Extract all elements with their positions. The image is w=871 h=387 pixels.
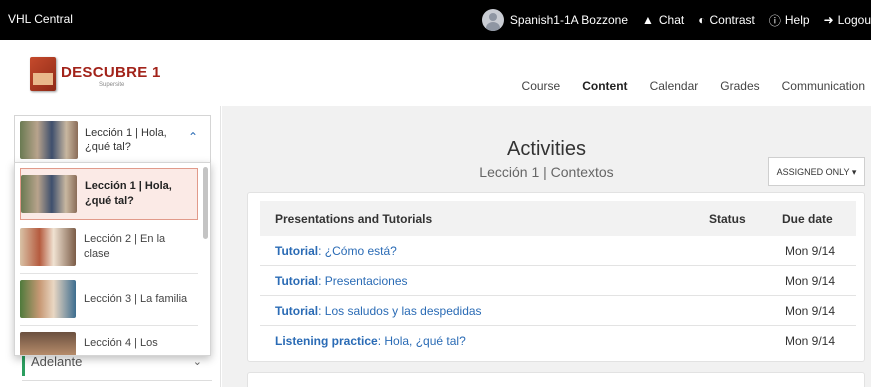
activity-name: Presentaciones	[324, 274, 408, 288]
chat-icon: ▲	[642, 13, 655, 27]
activity-name: Los saludos y las despedidas	[324, 304, 482, 318]
lesson-thumbnail	[20, 121, 78, 159]
descubre-logo[interactable]: DESCUBRE 1 Supersite	[26, 57, 160, 93]
dropdown-scrollbar[interactable]	[203, 167, 208, 239]
activity-name: Hola, ¿qué tal?	[384, 334, 466, 348]
selected-lesson-label: Lección 1 | Hola, ¿qué tal?	[85, 127, 167, 153]
lesson-option-2[interactable]: Lección 2 | En la clase	[20, 222, 198, 274]
chat-button[interactable]: ▲ Chat	[642, 13, 684, 27]
chevron-down-icon: ⌄	[192, 356, 202, 368]
table-row: Tutorial: Los saludos y las despedidas M…	[260, 296, 856, 326]
assigned-filter-label: ASSIGNED ONLY	[776, 167, 850, 177]
user-menu[interactable]: Spanish1-1A Bozzone	[481, 9, 628, 31]
main-nav: Course Content Calendar Grades Communica…	[500, 79, 865, 93]
header-due-date: Due date	[782, 212, 833, 226]
top-bar-actions: Spanish1-1A Bozzone ▲ Chat ◐ Contrast ⓘ …	[481, 0, 871, 40]
lesson-selector[interactable]: Lección 1 | Hola, ¿qué tal? ⌃	[14, 115, 211, 163]
lesson-option-label: Lección 1 | Hola, ¿qué tal?	[85, 180, 172, 207]
logo-text: DESCUBRE 1	[61, 64, 161, 81]
user-name: Spanish1-1A Bozzone	[509, 13, 628, 27]
main-content: Activities Lección 1 | Contextos ASSIGNE…	[222, 106, 871, 387]
activity-type: Tutorial	[275, 304, 319, 318]
lesson-thumbnail	[21, 175, 77, 213]
caret-down-icon: ▾	[851, 167, 857, 177]
next-activities-card	[247, 372, 865, 387]
due-date: Mon 9/14	[785, 334, 836, 348]
nav-communication[interactable]: Communication	[782, 79, 865, 93]
lesson-thumbnail	[20, 332, 76, 355]
header-status: Status	[709, 212, 746, 226]
book-cover-icon	[30, 57, 56, 91]
user-avatar-icon	[481, 9, 504, 31]
table-row: Tutorial: ¿Cómo está? Mon 9/14	[260, 236, 856, 266]
help-button[interactable]: ⓘ Help	[769, 12, 810, 29]
logo-subtext: Supersite	[99, 82, 125, 88]
help-icon: ⓘ	[768, 13, 781, 28]
top-bar: VHL Central Spanish1-1A Bozzone ▲ Chat ◐…	[0, 0, 871, 40]
activity-name: ¿Cómo está?	[324, 244, 397, 258]
chat-label: Chat	[658, 13, 685, 27]
contrast-button[interactable]: ◐ Contrast	[698, 13, 755, 27]
lesson-option-label: Lección 2 | En la clase	[84, 233, 166, 260]
nav-grades[interactable]: Grades	[720, 79, 759, 93]
nav-calendar[interactable]: Calendar	[650, 79, 699, 93]
due-date: Mon 9/14	[785, 244, 836, 258]
help-label: Help	[784, 13, 810, 27]
activity-type: Tutorial	[275, 244, 319, 258]
header-presentations: Presentations and Tutorials	[275, 212, 433, 226]
activity-type: Tutorial	[275, 274, 319, 288]
activity-link[interactable]: Tutorial: Presentaciones	[275, 274, 408, 288]
contrast-label: Contrast	[709, 13, 755, 27]
lesson-option-label: Lección 4 | Los	[84, 337, 158, 349]
table-row: Tutorial: Presentaciones Mon 9/14	[260, 266, 856, 296]
sidebar-section-label: Adelante	[31, 354, 83, 369]
sidebar-section-adelante[interactable]: Adelante ⌄	[22, 354, 212, 376]
contrast-icon: ◐	[698, 13, 706, 27]
brand-label[interactable]: VHL Central	[8, 12, 73, 26]
table-header: Presentations and Tutorials Status Due d…	[260, 201, 856, 236]
logout-label: Logou	[837, 13, 871, 27]
activities-card: Presentations and Tutorials Status Due d…	[247, 192, 865, 362]
due-date: Mon 9/14	[785, 304, 836, 318]
logout-icon: ➜	[823, 13, 834, 27]
activity-type: Listening practice	[275, 334, 378, 348]
assigned-filter-button[interactable]: ASSIGNED ONLY ▾	[768, 157, 865, 186]
lesson-thumbnail	[20, 280, 76, 318]
lesson-thumbnail	[20, 228, 76, 266]
activity-link[interactable]: Tutorial: ¿Cómo está?	[275, 244, 397, 258]
nav-course[interactable]: Course	[522, 79, 561, 93]
table-row: Listening practice: Hola, ¿qué tal? Mon …	[260, 326, 856, 356]
lesson-option-label: Lección 3 | La familia	[84, 293, 188, 305]
chevron-up-icon: ⌃	[187, 130, 198, 144]
activity-link[interactable]: Listening practice: Hola, ¿qué tal?	[275, 334, 466, 348]
lesson-dropdown: Lección 1 | Hola, ¿qué tal? Lección 2 | …	[14, 162, 211, 356]
lesson-option-3[interactable]: Lección 3 | La familia	[20, 274, 198, 326]
logout-button[interactable]: ➜ Logou	[824, 13, 871, 27]
nav-content[interactable]: Content	[582, 79, 627, 93]
sidebar-divider	[22, 380, 212, 381]
lesson-option-1[interactable]: Lección 1 | Hola, ¿qué tal?	[20, 168, 198, 220]
lesson-option-4[interactable]: Lección 4 | Los	[20, 326, 198, 355]
due-date: Mon 9/14	[785, 274, 836, 288]
activity-link[interactable]: Tutorial: Los saludos y las despedidas	[275, 304, 482, 318]
